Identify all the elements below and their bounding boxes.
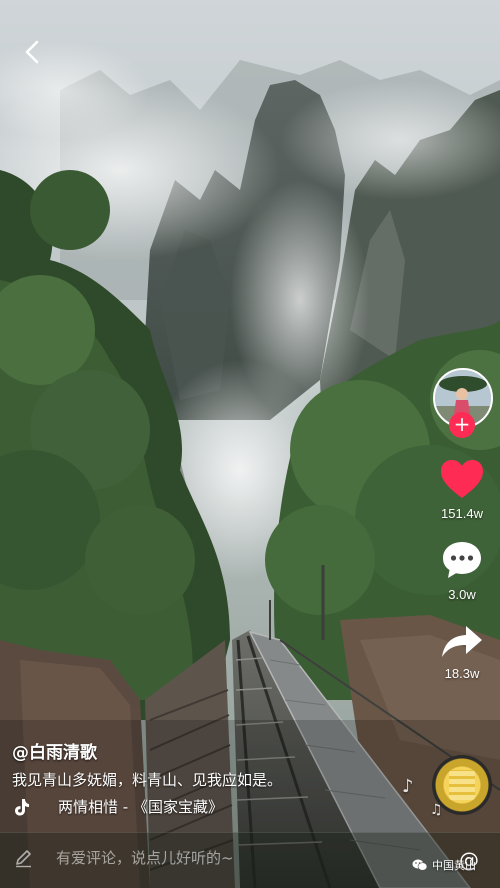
back-button[interactable] (18, 38, 46, 66)
comment-bar: 有爱评论，说点儿好听的~ @ 中国黄山 (0, 832, 500, 888)
floating-note-icon: ♪ (402, 776, 414, 797)
follow-button[interactable]: + (449, 412, 475, 438)
video-description: 我见青山多妩媚，料青山、见我应如是。 (12, 771, 283, 789)
pencil-icon (16, 849, 31, 867)
share-button[interactable]: 18.3w (440, 620, 484, 681)
disc-cover (449, 770, 475, 800)
watermark-text: 中国黄山 (432, 859, 476, 872)
share-count: 18.3w (444, 666, 480, 681)
music-disc[interactable] (432, 755, 492, 815)
plus-icon: + (453, 412, 471, 436)
share-arrow-icon (442, 626, 482, 657)
author-avatar-group: + (432, 368, 493, 440)
watermark: 中国黄山 (412, 857, 476, 873)
video-screen[interactable]: + 151.4w 3.0w 18.3w @白雨清歌 我见青山多妩媚，料青山、见我… (0, 0, 500, 888)
video-caption: @白雨清歌 我见青山多妩媚，料青山、见我应如是。 两情相惜 - 《国家宝藏》 (12, 738, 392, 817)
author-username[interactable]: @白雨清歌 (12, 738, 392, 763)
music-row[interactable]: 两情相惜 - 《国家宝藏》 (12, 796, 392, 817)
wechat-icon (412, 859, 428, 871)
comment-count: 3.0w (448, 587, 476, 602)
action-column: + 151.4w 3.0w 18.3w (432, 368, 493, 681)
comment-input[interactable]: 有爱评论，说点儿好听的~ (14, 847, 234, 868)
music-title: 两情相惜 - 《国家宝藏》 (58, 798, 223, 816)
tiktok-note-icon (15, 798, 29, 815)
chevron-left-icon (25, 40, 39, 64)
comment-button[interactable]: 3.0w (440, 539, 484, 602)
like-button[interactable]: 151.4w (439, 458, 485, 521)
speech-bubble-icon (443, 542, 481, 578)
comment-placeholder: 有爱评论，说点儿好听的~ (56, 849, 234, 867)
heart-icon (441, 460, 483, 498)
like-count: 151.4w (441, 506, 483, 521)
